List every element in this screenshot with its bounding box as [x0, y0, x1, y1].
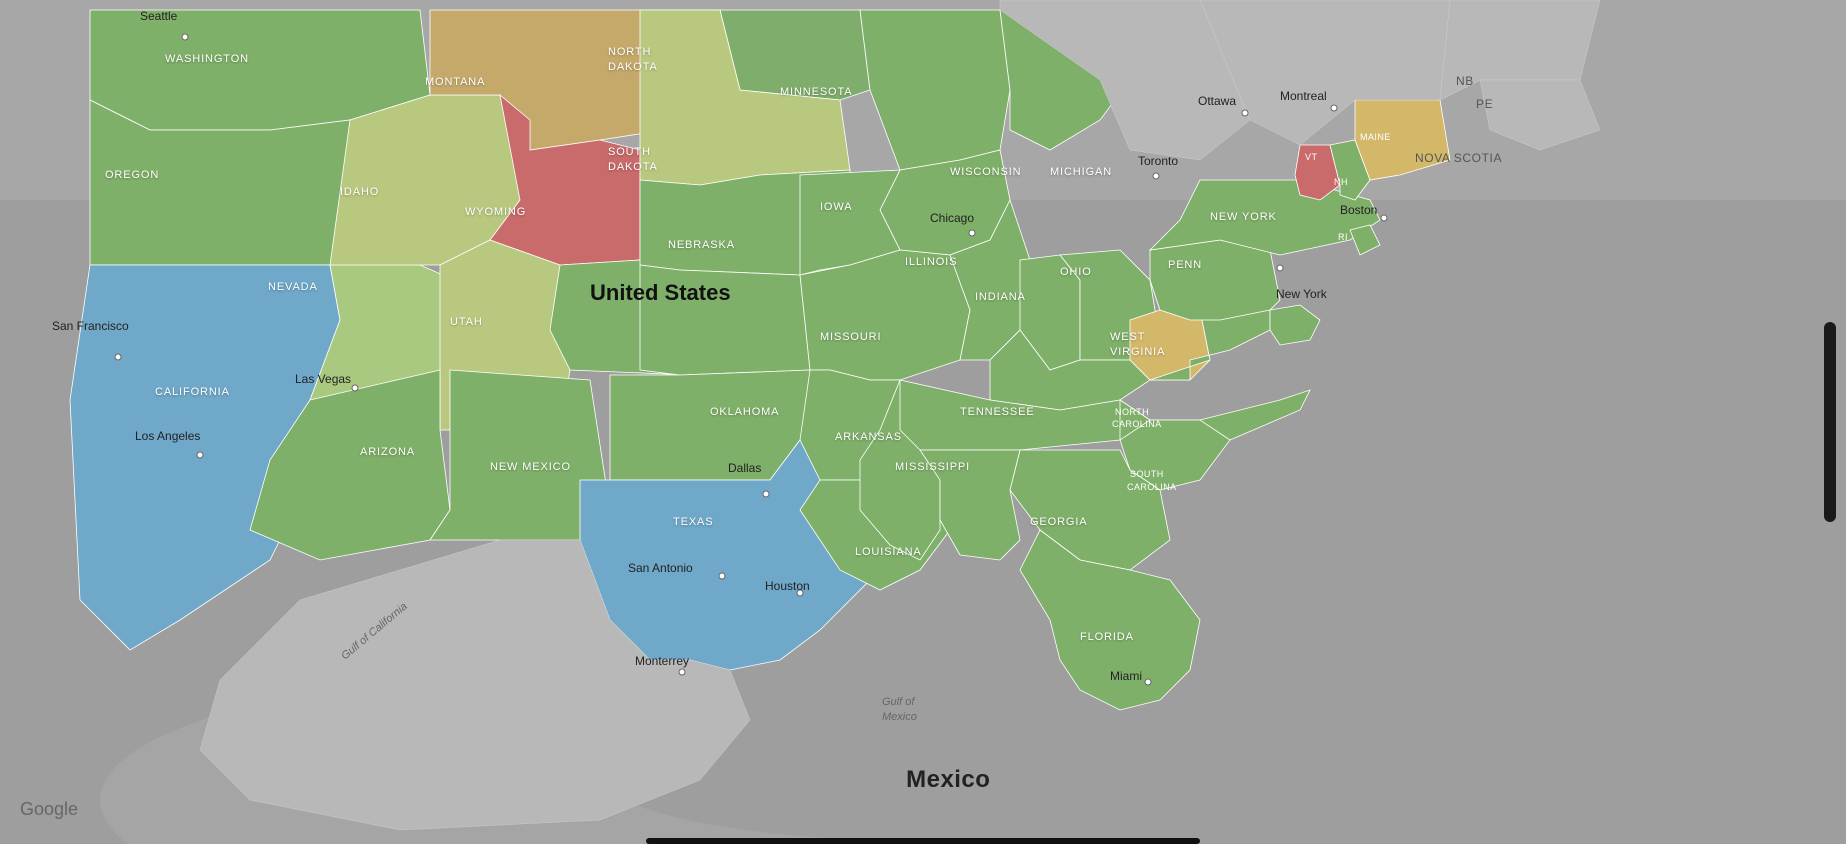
miami-dot	[1145, 679, 1151, 685]
chicago-dot	[969, 230, 975, 236]
toronto-dot	[1153, 173, 1159, 179]
us-map: WASHINGTON OREGON CALIFORNIA NEVADA IDAH…	[0, 0, 1846, 844]
boston-dot	[1381, 215, 1387, 221]
map-container: WASHINGTON OREGON CALIFORNIA NEVADA IDAH…	[0, 0, 1846, 844]
ottawa-dot	[1242, 110, 1248, 116]
dallas-dot	[763, 491, 769, 497]
google-logo: Google	[20, 799, 78, 820]
losangeles-dot	[197, 452, 203, 458]
newyork-dot	[1277, 265, 1283, 271]
bottom-bar	[646, 838, 1200, 844]
montreal-dot	[1331, 105, 1337, 111]
mexico-label: Mexico	[906, 766, 990, 794]
sanantonio-dot	[719, 573, 725, 579]
lasvegas-dot	[352, 385, 358, 391]
seattle-dot	[182, 34, 188, 40]
map-scrollbar[interactable]	[1824, 322, 1836, 522]
sanfrancisco-dot	[115, 354, 121, 360]
monterrey-dot	[679, 669, 685, 675]
houston-dot	[797, 590, 803, 596]
